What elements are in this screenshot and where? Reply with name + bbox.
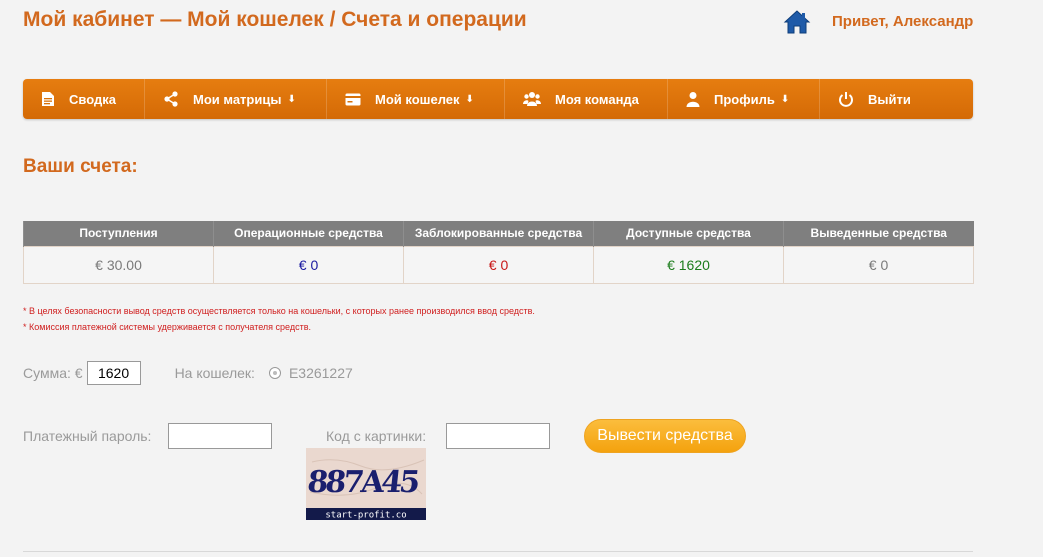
nav-item-wallet[interactable]: Мой кошелек ⬇ bbox=[327, 79, 505, 119]
wallet-label: На кошелек: bbox=[174, 365, 255, 381]
captcha-caption: start-profit.co bbox=[325, 511, 406, 521]
chevron-down-icon: ⬇ bbox=[465, 93, 474, 105]
nav-item-label: Мои матрицы bbox=[193, 91, 282, 107]
password-label: Платежный пароль: bbox=[23, 428, 152, 444]
chevron-down-icon: ⬇ bbox=[780, 93, 790, 105]
captcha-text: 887A45 bbox=[306, 465, 420, 500]
nav-item-matrices[interactable]: Мои матрицы ⬇ bbox=[145, 79, 327, 119]
withdrawn-funds-value: € 0 bbox=[783, 245, 974, 284]
amount-label: Сумма: € bbox=[23, 365, 83, 381]
nav-item-team[interactable]: Моя команда bbox=[505, 79, 668, 119]
divider bbox=[23, 551, 973, 552]
nav-item-label: Мой кошелек bbox=[375, 91, 460, 107]
accounts-heading: Ваши счета: bbox=[23, 156, 138, 177]
withdraw-button[interactable]: Вывести средства bbox=[584, 419, 746, 453]
nav-item-summary[interactable]: Сводка bbox=[23, 79, 145, 119]
amount-input[interactable] bbox=[86, 361, 141, 385]
payment-password-input[interactable] bbox=[168, 423, 272, 449]
page: Мой кабинет — Мой кошелек / Счета и опер… bbox=[0, 0, 1043, 557]
captcha-label: Код с картинки: bbox=[326, 428, 427, 444]
nav-item-label: Моя команда bbox=[555, 91, 639, 107]
operating-funds-value: € 0 bbox=[213, 245, 404, 284]
main-navbar: Сводка Мои матрицы ⬇ Мой кошелек ⬇ Моя к… bbox=[23, 79, 973, 119]
column-header: Заблокированные средства bbox=[403, 221, 594, 246]
security-note: * В целях безопасности вывод средств осу… bbox=[23, 306, 535, 316]
column-header: Операционные средства bbox=[213, 221, 404, 246]
nav-item-profile[interactable]: Профиль ⬇ bbox=[668, 79, 820, 119]
amount-row: Сумма: € На кошелек: E3261227 bbox=[23, 361, 353, 385]
notes: * В целях безопасности вывод средств осу… bbox=[23, 303, 535, 335]
nav-item-label: Выйти bbox=[868, 91, 911, 107]
wallet-radio[interactable] bbox=[268, 367, 281, 379]
power-icon bbox=[839, 92, 853, 107]
table-row: € 30.00 € 0 € 0 € 1620 € 0 bbox=[23, 245, 974, 284]
nav-item-label: Сводка bbox=[69, 91, 116, 107]
page-title: Мой кабинет — Мой кошелек / Счета и опер… bbox=[23, 8, 527, 31]
document-icon bbox=[42, 92, 54, 106]
table-header-row: Поступления Операционные средства Заблок… bbox=[23, 221, 974, 246]
column-header: Поступления bbox=[23, 221, 214, 246]
user-icon bbox=[686, 92, 700, 107]
team-icon bbox=[523, 92, 541, 106]
available-funds-value: € 1620 bbox=[593, 245, 784, 284]
captcha-image: 887A45 start-profit.co bbox=[306, 448, 426, 520]
commission-note: * Комиссия платежной системы удерживаетс… bbox=[23, 322, 312, 332]
column-header: Доступные средства bbox=[593, 221, 784, 246]
chevron-down-icon: ⬇ bbox=[287, 93, 296, 105]
wallet-icon bbox=[345, 93, 361, 105]
nav-item-label: Профиль bbox=[714, 91, 775, 107]
accounts-table: Поступления Операционные средства Заблок… bbox=[23, 221, 974, 284]
share-icon bbox=[164, 91, 178, 107]
wallet-value: E3261227 bbox=[288, 365, 353, 381]
captcha-input[interactable] bbox=[446, 423, 550, 449]
nav-item-logout[interactable]: Выйти bbox=[820, 79, 970, 119]
column-header: Выведенные средства bbox=[783, 221, 974, 246]
blocked-funds-value: € 0 bbox=[403, 245, 594, 284]
home-icon[interactable] bbox=[783, 8, 811, 36]
income-value: € 30.00 bbox=[23, 245, 214, 284]
greeting-link[interactable]: Привет, Александр bbox=[832, 13, 973, 30]
